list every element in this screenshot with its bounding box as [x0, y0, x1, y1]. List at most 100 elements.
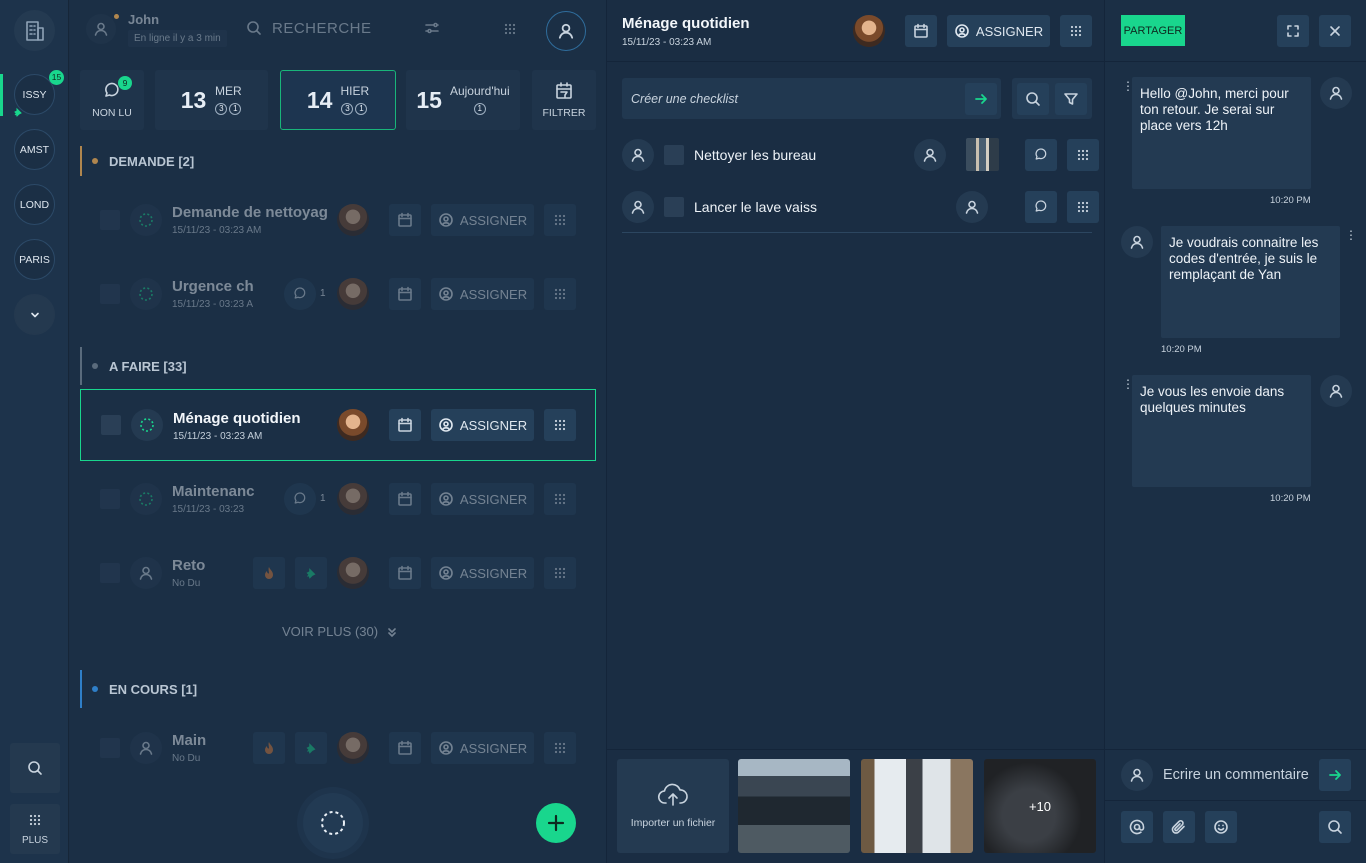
task-menu-button[interactable]	[544, 732, 576, 764]
assign-button[interactable]: ASSIGNER	[431, 483, 534, 515]
assignee-button[interactable]	[956, 191, 988, 223]
share-button[interactable]: PARTAGER	[1121, 15, 1185, 46]
attach-button[interactable]	[1163, 811, 1195, 843]
chat-search-button[interactable]	[1319, 811, 1351, 843]
photo-thumbnail[interactable]	[861, 759, 973, 853]
unread-badge: 9	[118, 76, 132, 90]
assignee-avatar[interactable]	[337, 278, 369, 310]
checklist-input[interactable]: Créer une checklist	[622, 78, 1001, 119]
fullscreen-button[interactable]	[1277, 15, 1309, 47]
schedule-button[interactable]	[389, 278, 421, 310]
profile-button[interactable]	[546, 11, 586, 51]
schedule-button[interactable]	[389, 732, 421, 764]
assignee-avatar[interactable]	[337, 732, 369, 764]
assignee-avatar[interactable]	[337, 557, 369, 589]
assignee-avatar[interactable]	[337, 204, 369, 236]
user-status[interactable]: John En ligne il y a 3 min	[86, 10, 252, 48]
task-menu-button[interactable]	[544, 204, 576, 236]
sliders-icon[interactable]	[424, 20, 440, 36]
checklist-item[interactable]: Nettoyer les bureau	[622, 138, 1099, 174]
checklist-checkbox[interactable]	[664, 145, 684, 165]
assign-button[interactable]: ASSIGNER	[431, 204, 534, 236]
task-checkbox[interactable]	[100, 563, 120, 583]
task-row[interactable]: Maintenanc 15/11/23 - 03:23 1 ASSIGNER	[80, 463, 596, 535]
checklist-comment-button[interactable]	[1025, 139, 1057, 171]
assignee-avatar[interactable]	[853, 15, 885, 47]
global-search-button[interactable]	[10, 743, 60, 793]
section-afaire[interactable]: A FAIRE [33]	[80, 347, 187, 385]
assignee-avatar[interactable]	[337, 409, 369, 441]
checklist-item[interactable]: Lancer le lave vaiss	[622, 190, 1099, 226]
checklist-menu-button[interactable]	[1067, 139, 1099, 171]
task-menu-button[interactable]	[544, 278, 576, 310]
schedule-button[interactable]	[389, 204, 421, 236]
checklist-comment-button[interactable]	[1025, 191, 1057, 223]
checklist-filter-button[interactable]	[1054, 82, 1087, 115]
close-button[interactable]	[1319, 15, 1351, 47]
location-paris[interactable]: PARIS	[14, 239, 55, 280]
emoji-button[interactable]	[1205, 811, 1237, 843]
day-14-selected[interactable]: 14 HIER 3 1	[280, 70, 396, 130]
comments-button[interactable]	[284, 278, 316, 310]
assign-button[interactable]: ASSIGNER	[431, 409, 534, 441]
unread-filter[interactable]: NON LU	[80, 70, 144, 130]
assignee-button[interactable]	[914, 139, 946, 171]
add-task-button[interactable]	[536, 803, 576, 843]
checklist-submit-button[interactable]	[965, 82, 997, 115]
task-row[interactable]: Reto No Du ASSIGNER	[80, 537, 596, 609]
company-logo[interactable]	[14, 10, 55, 51]
expand-locations-button[interactable]	[14, 294, 55, 335]
pin-button[interactable]	[295, 557, 327, 589]
task-checkbox[interactable]	[101, 415, 121, 435]
assign-button[interactable]: ASSIGNER	[431, 278, 534, 310]
task-menu-button[interactable]	[544, 557, 576, 589]
task-menu-button[interactable]	[544, 409, 576, 441]
schedule-button[interactable]	[905, 15, 937, 47]
detail-title: Ménage quotidien	[622, 15, 750, 32]
task-checkbox[interactable]	[100, 210, 120, 230]
search-bar[interactable]: RECHERCHE	[246, 14, 440, 42]
assignee-avatar[interactable]	[337, 483, 369, 515]
task-row[interactable]: Urgence ch 15/11/23 - 03:23 A 1 ASSIGNER	[80, 258, 596, 330]
comments-button[interactable]	[284, 483, 316, 515]
schedule-button[interactable]	[389, 409, 421, 441]
task-row[interactable]: Demande de nettoyag 15/11/23 - 03:23 AM …	[80, 184, 596, 256]
task-row-selected[interactable]: Ménage quotidien 15/11/23 - 03:23 AM ASS…	[80, 389, 596, 461]
location-amst[interactable]: AMST	[14, 129, 55, 170]
filter-button[interactable]: FILTRER	[532, 70, 596, 130]
mention-button[interactable]	[1121, 811, 1153, 843]
pin-button[interactable]	[295, 732, 327, 764]
task-checkbox[interactable]	[100, 284, 120, 304]
checklist-search-button[interactable]	[1017, 82, 1050, 115]
upload-file-button[interactable]: Importer un fichier	[617, 759, 729, 853]
priority-button[interactable]	[253, 557, 285, 589]
section-demande[interactable]: DEMANDE [2]	[80, 146, 194, 176]
more-photos-button[interactable]: +10	[984, 759, 1096, 853]
checklist-menu-button[interactable]	[1067, 191, 1099, 223]
grid-dots-icon[interactable]	[503, 22, 517, 36]
search-input[interactable]: RECHERCHE	[272, 20, 414, 37]
assign-button[interactable]: ASSIGNER	[947, 15, 1050, 47]
send-comment-button[interactable]	[1319, 759, 1351, 791]
section-encours[interactable]: EN COURS [1]	[80, 670, 197, 708]
task-checkbox[interactable]	[100, 489, 120, 509]
task-menu-button[interactable]	[544, 483, 576, 515]
photo-thumbnail[interactable]	[738, 759, 850, 853]
comment-input[interactable]: Ecrire un commentaire	[1163, 767, 1309, 783]
message-menu-icon[interactable]: ⋮	[1345, 228, 1357, 242]
day-13[interactable]: 13 MER 3 1	[155, 70, 268, 130]
task-checkbox[interactable]	[100, 738, 120, 758]
schedule-button[interactable]	[389, 557, 421, 589]
priority-button[interactable]	[253, 732, 285, 764]
more-button[interactable]: PLUS	[10, 804, 60, 854]
attachment-thumbnail[interactable]	[966, 138, 999, 171]
schedule-button[interactable]	[389, 483, 421, 515]
assign-button[interactable]: ASSIGNER	[431, 732, 534, 764]
checklist-checkbox[interactable]	[664, 197, 684, 217]
assign-button[interactable]: ASSIGNER	[431, 557, 534, 589]
see-more-button[interactable]: VOIR PLUS (30)	[282, 624, 398, 639]
detail-menu-button[interactable]	[1060, 15, 1092, 47]
location-lond[interactable]: LOND	[14, 184, 55, 225]
day-15[interactable]: 15 Aujourd'hui 1	[406, 70, 520, 130]
task-row[interactable]: Main No Du ASSIGNER	[80, 712, 596, 784]
